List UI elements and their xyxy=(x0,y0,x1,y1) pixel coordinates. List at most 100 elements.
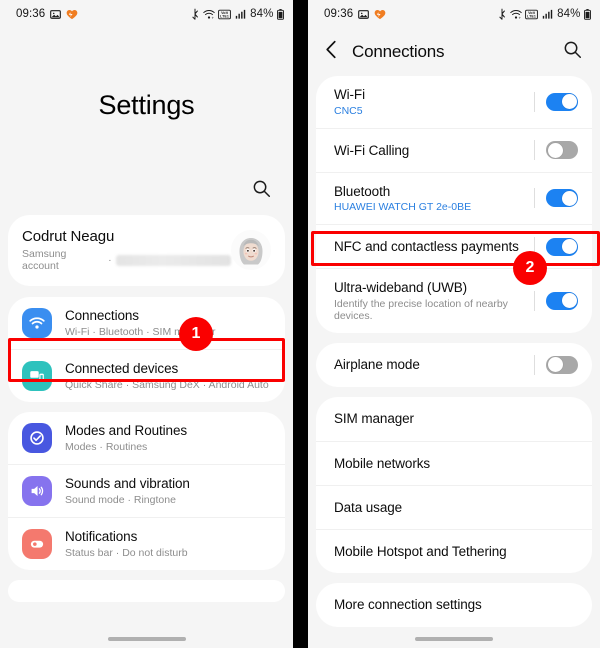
battery-icon xyxy=(277,8,284,20)
status-bar-right: 09:36 + Volt LTE1 84% xyxy=(308,0,600,28)
sidebar-item-notifications[interactable]: Notifications Status bar · Do not distur… xyxy=(8,517,285,570)
gallery-icon xyxy=(50,9,62,20)
phone-screen-settings: 09:36 + Volt LTE1 84% Settings Codrut Ne… xyxy=(0,0,293,648)
toggle-airplane-mode[interactable] xyxy=(546,355,578,374)
settings-group-1: Connections Wi-Fi · Bluetooth · SIM mana… xyxy=(8,297,285,402)
sidebar-item-sublabel: Quick Share · Samsung DeX · Android Auto xyxy=(65,378,269,391)
wifi-calling-icon: + xyxy=(509,9,522,20)
row-more-connection-settings[interactable]: More connection settings xyxy=(316,583,592,627)
home-indicator-right xyxy=(308,637,600,641)
row-nfc-and-contactless-payments[interactable]: NFC and contactless payments xyxy=(316,224,592,268)
row-label: Wi-Fi xyxy=(334,87,365,102)
status-bar-left: 09:36 + Volt LTE1 84% xyxy=(0,0,293,28)
toggle-wifi-calling[interactable] xyxy=(546,141,578,159)
svg-text:LTE1: LTE1 xyxy=(527,14,536,18)
settings-group-3-partial xyxy=(8,580,285,602)
toggle-nfc[interactable] xyxy=(546,237,578,256)
account-email-redacted xyxy=(115,254,231,266)
toggle-divider xyxy=(534,140,535,160)
annotation-badge-1: 1 xyxy=(179,317,213,351)
page-title: Settings xyxy=(98,90,195,120)
annotation-badge-label: 2 xyxy=(525,259,535,276)
signal-icon xyxy=(235,9,246,20)
toggle-divider xyxy=(534,188,535,209)
toggle-divider xyxy=(534,290,535,311)
row-wifi[interactable]: Wi-Fi CNC5 xyxy=(316,76,592,128)
row-airplane-mode[interactable]: Airplane mode xyxy=(316,343,592,387)
bluetooth-icon xyxy=(191,8,199,20)
notifications-icon xyxy=(22,529,52,559)
sidebar-item-sublabel: Modes · Routines xyxy=(65,440,148,453)
row-label: More connection settings xyxy=(334,597,482,612)
home-indicator-left xyxy=(0,637,293,641)
sidebar-item-sublabel: Sound mode · Ringtone xyxy=(65,493,176,506)
connected-devices-icon xyxy=(22,361,52,391)
row-sublabel: Identify the precise location of nearby … xyxy=(334,297,508,322)
modes-routines-icon xyxy=(22,423,52,453)
search-icon[interactable] xyxy=(563,40,582,64)
sidebar-item-sounds-and-vibration[interactable]: Sounds and vibration Sound mode · Ringto… xyxy=(8,464,285,517)
connections-group-4: More connection settings xyxy=(316,582,592,627)
panel-divider xyxy=(293,0,308,648)
battery-percent: 84% xyxy=(250,8,274,20)
settings-group-2: Modes and Routines Modes · Routines Soun… xyxy=(8,412,285,570)
sidebar-item-connected-devices[interactable]: Connected devices Quick Share · Samsung … xyxy=(8,349,285,402)
svg-text:+: + xyxy=(518,15,521,20)
row-label: Data usage xyxy=(334,499,403,515)
row-sublabel: HUAWEI WATCH GT 2e-0BE xyxy=(334,201,472,213)
heart-icon xyxy=(374,9,386,20)
gallery-icon xyxy=(358,9,370,20)
sidebar-item-label: Notifications xyxy=(65,529,138,545)
row-label: NFC and contactless payments xyxy=(334,239,519,254)
row-sim-manager[interactable]: SIM manager xyxy=(316,397,592,441)
volte-icon: Volt LTE1 xyxy=(218,9,232,20)
row-label: Mobile networks xyxy=(334,455,431,471)
toggle-divider xyxy=(534,354,535,375)
bluetooth-icon xyxy=(498,8,506,20)
row-label: Airplane mode xyxy=(334,357,420,372)
annotation-badge-2: 2 xyxy=(513,251,547,285)
heart-icon xyxy=(66,9,78,20)
sidebar-item-sublabel: Status bar · Do not disturb xyxy=(65,546,188,559)
status-time: 09:36 xyxy=(324,8,354,20)
sidebar-item-label: Connected devices xyxy=(65,361,179,377)
sidebar-item-connections[interactable]: Connections Wi-Fi · Bluetooth · SIM mana… xyxy=(8,297,285,349)
account-type-label: Samsung account xyxy=(22,248,67,272)
row-bluetooth[interactable]: Bluetooth HUAWEI WATCH GT 2e-0BE xyxy=(316,171,592,225)
row-label: Ultra-wideband (UWB) xyxy=(334,280,468,295)
account-separator: · xyxy=(108,254,112,266)
battery-percent: 84% xyxy=(557,8,581,20)
toggle-wifi[interactable] xyxy=(546,92,578,111)
page-title: Connections xyxy=(352,42,445,61)
comparison-screenshot: 09:36 + Volt LTE1 84% Settings Codrut Ne… xyxy=(0,0,600,648)
row-mobile-hotspot-and-tethering[interactable]: Mobile Hotspot and Tethering xyxy=(316,528,592,573)
avatar[interactable] xyxy=(231,230,271,270)
connections-group-3: SIM manager Mobile networks Data usage M… xyxy=(316,396,592,573)
row-label: Bluetooth xyxy=(334,183,391,199)
connections-header: Connections xyxy=(308,28,600,76)
toggle-divider xyxy=(534,91,535,112)
row-label: Wi-Fi Calling xyxy=(334,142,410,158)
connections-group-1: Wi-Fi CNC5 Wi-Fi Calling Bluetooth HUAWE… xyxy=(316,76,592,333)
toggle-uwb[interactable] xyxy=(546,291,578,310)
row-data-usage[interactable]: Data usage xyxy=(316,484,592,529)
volte-icon: Volt LTE1 xyxy=(525,9,539,20)
sidebar-item-label: Sounds and vibration xyxy=(65,476,190,492)
connections-group-2: Airplane mode xyxy=(316,342,592,387)
svg-text:LTE1: LTE1 xyxy=(220,14,229,18)
row-mobile-networks[interactable]: Mobile networks xyxy=(316,440,592,485)
row-wifi-calling[interactable]: Wi-Fi Calling xyxy=(316,127,592,172)
sidebar-item-label: Modes and Routines xyxy=(65,423,188,439)
back-chevron-icon[interactable] xyxy=(325,40,338,64)
battery-icon xyxy=(584,8,591,20)
account-subtitle: Samsung account · xyxy=(22,248,231,272)
toggle-bluetooth[interactable] xyxy=(546,189,578,208)
signal-icon xyxy=(542,9,553,20)
samsung-account-card[interactable]: Codrut Neagu Samsung account · xyxy=(8,215,285,286)
wifi-calling-icon: + xyxy=(202,9,215,20)
status-time: 09:36 xyxy=(16,8,46,20)
row-label: Mobile Hotspot and Tethering xyxy=(334,543,507,559)
row-ultra-wideband[interactable]: Ultra-wideband (UWB) Identify the precis… xyxy=(316,268,592,333)
sidebar-item-modes-and-routines[interactable]: Modes and Routines Modes · Routines xyxy=(8,412,285,464)
search-icon[interactable] xyxy=(252,179,271,203)
